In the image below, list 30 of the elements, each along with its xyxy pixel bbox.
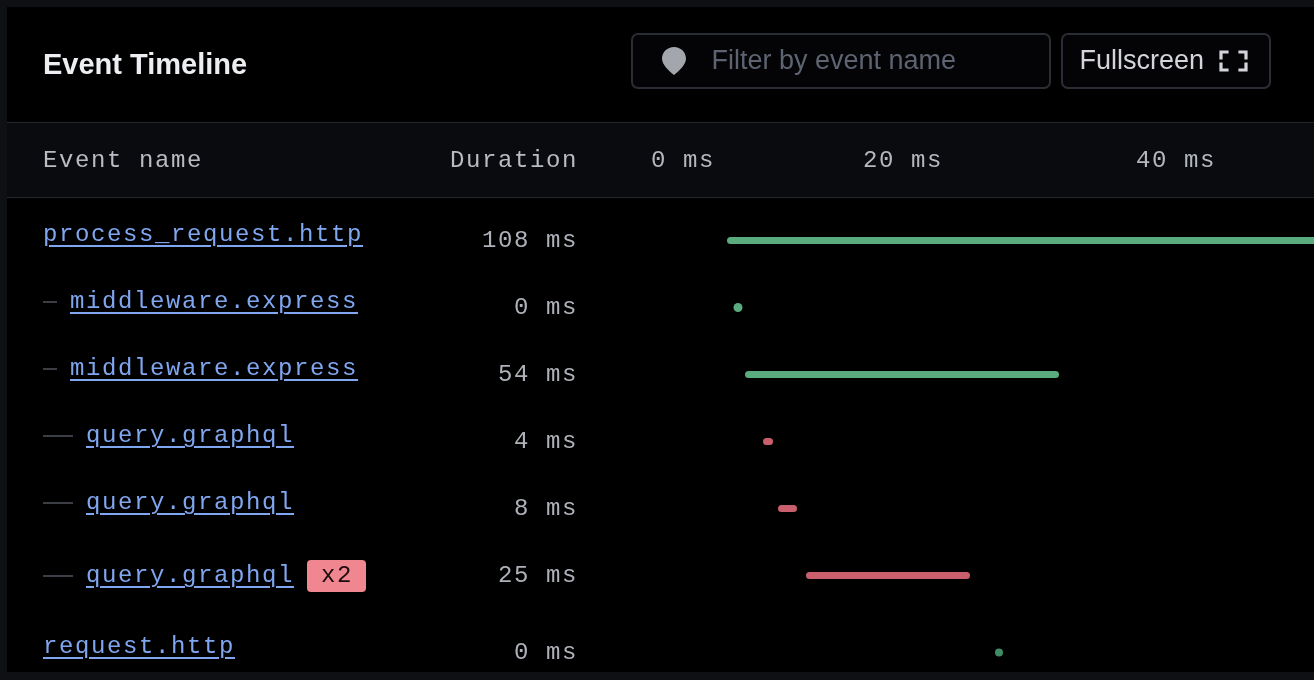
column-header: Event name <box>43 146 204 174</box>
duration-value: 8 ms <box>514 495 578 522</box>
duration-value: 54 ms <box>498 361 578 388</box>
tree-connector-line <box>43 434 73 437</box>
timeline-tick-label: 40 ms <box>1136 146 1216 174</box>
tree-connector-line <box>43 501 73 504</box>
duration-value: 4 ms <box>514 428 578 455</box>
panel-title: Event Timeline <box>43 48 248 81</box>
fullscreen-icon <box>1219 49 1248 72</box>
tree-connector-line <box>43 367 57 370</box>
fullscreen-button[interactable]: Fullscreen <box>1061 32 1271 89</box>
pin-icon <box>662 46 687 75</box>
event-link[interactable]: middleware.express <box>70 355 359 382</box>
duration-value: 25 ms <box>498 562 578 589</box>
count-badge: x2 <box>307 559 367 592</box>
event-link[interactable]: process_request.http <box>43 221 364 248</box>
event-link[interactable]: query.graphql <box>86 562 295 589</box>
timeline-tick-label: 20 ms <box>863 146 943 174</box>
filter-field[interactable]: Filter by event name <box>631 32 1052 89</box>
event-link[interactable]: middleware.express <box>70 288 359 315</box>
duration-value: 0 ms <box>514 639 578 666</box>
tree-connector-line <box>43 574 73 577</box>
event-link[interactable]: query.graphql <box>86 422 295 449</box>
column-header: Duration <box>449 146 578 174</box>
timeline-tick-label: 0 ms <box>651 146 715 174</box>
tree-connector-line <box>43 300 57 303</box>
duration-value: 0 ms <box>514 294 578 321</box>
duration-value: 108 ms <box>482 227 578 254</box>
event-link[interactable]: query.graphql <box>86 489 295 516</box>
event-link[interactable]: request.http <box>43 633 236 660</box>
